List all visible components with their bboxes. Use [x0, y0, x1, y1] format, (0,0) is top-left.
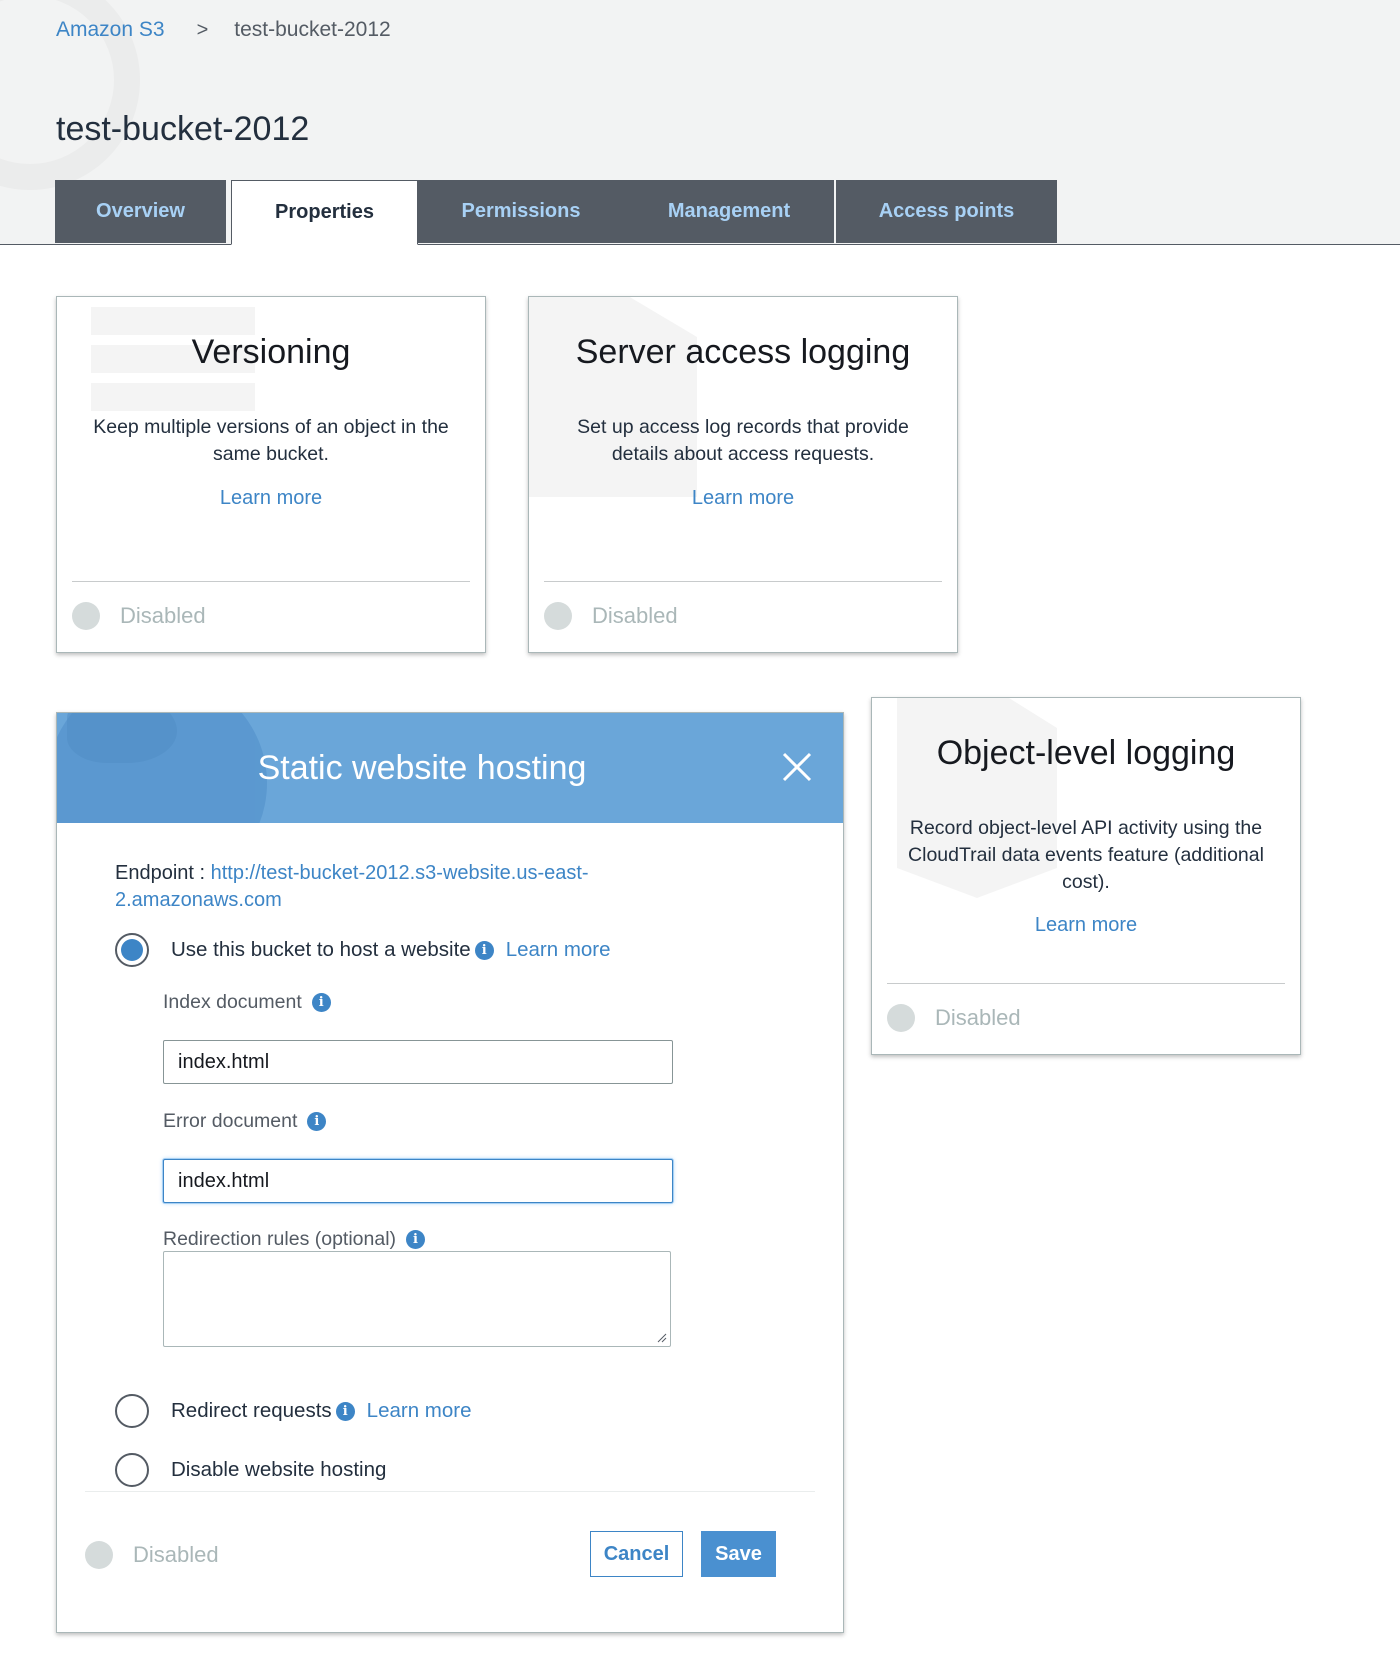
breadcrumb-amazon-s3-link[interactable]: Amazon S3: [56, 18, 165, 42]
index-document-input[interactable]: [163, 1040, 673, 1084]
host-website-learn-more-link[interactable]: Learn more: [506, 938, 611, 962]
status-dot-icon: [85, 1541, 113, 1569]
object-level-logging-status-text: Disabled: [935, 1005, 1021, 1030]
versioning-status: Disabled: [72, 602, 206, 630]
endpoint: Endpoint : http://test-bucket-2012.s3-we…: [115, 860, 675, 914]
info-icon[interactable]: i: [311, 993, 331, 1012]
server-access-logging-description: Set up access log records that provide d…: [577, 416, 909, 465]
redirect-requests-radio[interactable]: [115, 1394, 149, 1428]
disable-hosting-label: Disable website hosting: [171, 1458, 387, 1481]
endpoint-label: Endpoint :: [115, 862, 211, 884]
disable-hosting-option[interactable]: Disable website hosting: [115, 1453, 386, 1487]
status-dot-icon: [544, 602, 572, 630]
panel-divider: [85, 1491, 815, 1492]
tab-properties[interactable]: Properties: [231, 180, 418, 245]
redirection-rules-textarea[interactable]: [163, 1251, 671, 1347]
info-icon[interactable]: i: [335, 1401, 355, 1421]
object-level-logging-card[interactable]: Object-level logging Record object-level…: [871, 697, 1301, 1055]
object-level-logging-description: Record object-level API activity using t…: [908, 817, 1264, 893]
redirect-requests-label: Redirect requests: [171, 1399, 332, 1422]
tab-management[interactable]: Management: [624, 180, 834, 243]
resize-grip-icon[interactable]: [657, 1333, 667, 1343]
card-divider: [72, 581, 470, 582]
status-dot-icon: [887, 1004, 915, 1032]
host-website-label: Use this bucket to host a website: [171, 938, 471, 961]
cancel-button[interactable]: Cancel: [590, 1531, 683, 1577]
static-hosting-status: Disabled: [85, 1541, 219, 1569]
breadcrumb-current: test-bucket-2012: [234, 18, 391, 41]
server-access-logging-title: Server access logging: [575, 333, 911, 371]
host-website-option[interactable]: Use this bucket to host a website i Lear…: [115, 933, 611, 967]
versioning-learn-more-link[interactable]: Learn more: [57, 487, 485, 510]
server-access-logging-card[interactable]: Server access logging Set up access log …: [528, 296, 958, 653]
versioning-status-text: Disabled: [120, 603, 206, 628]
tab-permissions[interactable]: Permissions: [418, 180, 624, 243]
redirect-requests-option[interactable]: Redirect requests i Learn more: [115, 1394, 472, 1428]
page-title: test-bucket-2012: [56, 110, 310, 148]
info-icon[interactable]: i: [474, 940, 494, 960]
breadcrumb-separator: >: [196, 18, 209, 41]
tab-overview[interactable]: Overview: [55, 180, 226, 243]
save-button[interactable]: Save: [701, 1531, 776, 1577]
static-website-hosting-panel: Static website hosting Endpoint : http:/…: [56, 712, 844, 1633]
card-divider: [544, 581, 942, 582]
server-access-logging-status: Disabled: [544, 602, 678, 630]
server-access-logging-learn-more-link[interactable]: Learn more: [529, 487, 957, 510]
panel-title: Static website hosting: [257, 749, 587, 787]
error-document-label: Error document i: [163, 1110, 327, 1133]
host-website-radio[interactable]: [115, 933, 149, 967]
index-document-label: Index document i: [163, 991, 331, 1014]
redirection-rules-label-text: Redirection rules (optional): [163, 1228, 397, 1250]
close-icon[interactable]: [781, 751, 813, 783]
disable-hosting-radio[interactable]: [115, 1453, 149, 1487]
index-document-label-text: Index document: [163, 991, 302, 1013]
breadcrumb: Amazon S3 > test-bucket-2012: [56, 18, 391, 42]
versioning-title: Versioning: [191, 333, 351, 371]
error-document-input[interactable]: [163, 1159, 673, 1203]
status-dot-icon: [72, 602, 100, 630]
info-icon[interactable]: i: [406, 1230, 426, 1249]
redirect-requests-learn-more-link[interactable]: Learn more: [367, 1399, 472, 1423]
card-watermark: [91, 307, 255, 335]
object-level-logging-title: Object-level logging: [936, 734, 1236, 772]
object-level-logging-learn-more-link[interactable]: Learn more: [872, 914, 1300, 937]
info-icon[interactable]: i: [307, 1112, 327, 1131]
static-hosting-status-text: Disabled: [133, 1542, 219, 1567]
versioning-card[interactable]: Versioning Keep multiple versions of an …: [56, 296, 486, 653]
versioning-description: Keep multiple versions of an object in t…: [93, 416, 449, 465]
server-access-logging-status-text: Disabled: [592, 603, 678, 628]
tab-access-points[interactable]: Access points: [836, 180, 1057, 243]
error-document-label-text: Error document: [163, 1110, 298, 1132]
card-watermark: [91, 383, 255, 411]
object-level-logging-status: Disabled: [887, 1004, 1021, 1032]
card-divider: [887, 983, 1285, 984]
panel-header: Static website hosting: [57, 713, 843, 823]
redirection-rules-label: Redirection rules (optional) i: [163, 1228, 426, 1251]
